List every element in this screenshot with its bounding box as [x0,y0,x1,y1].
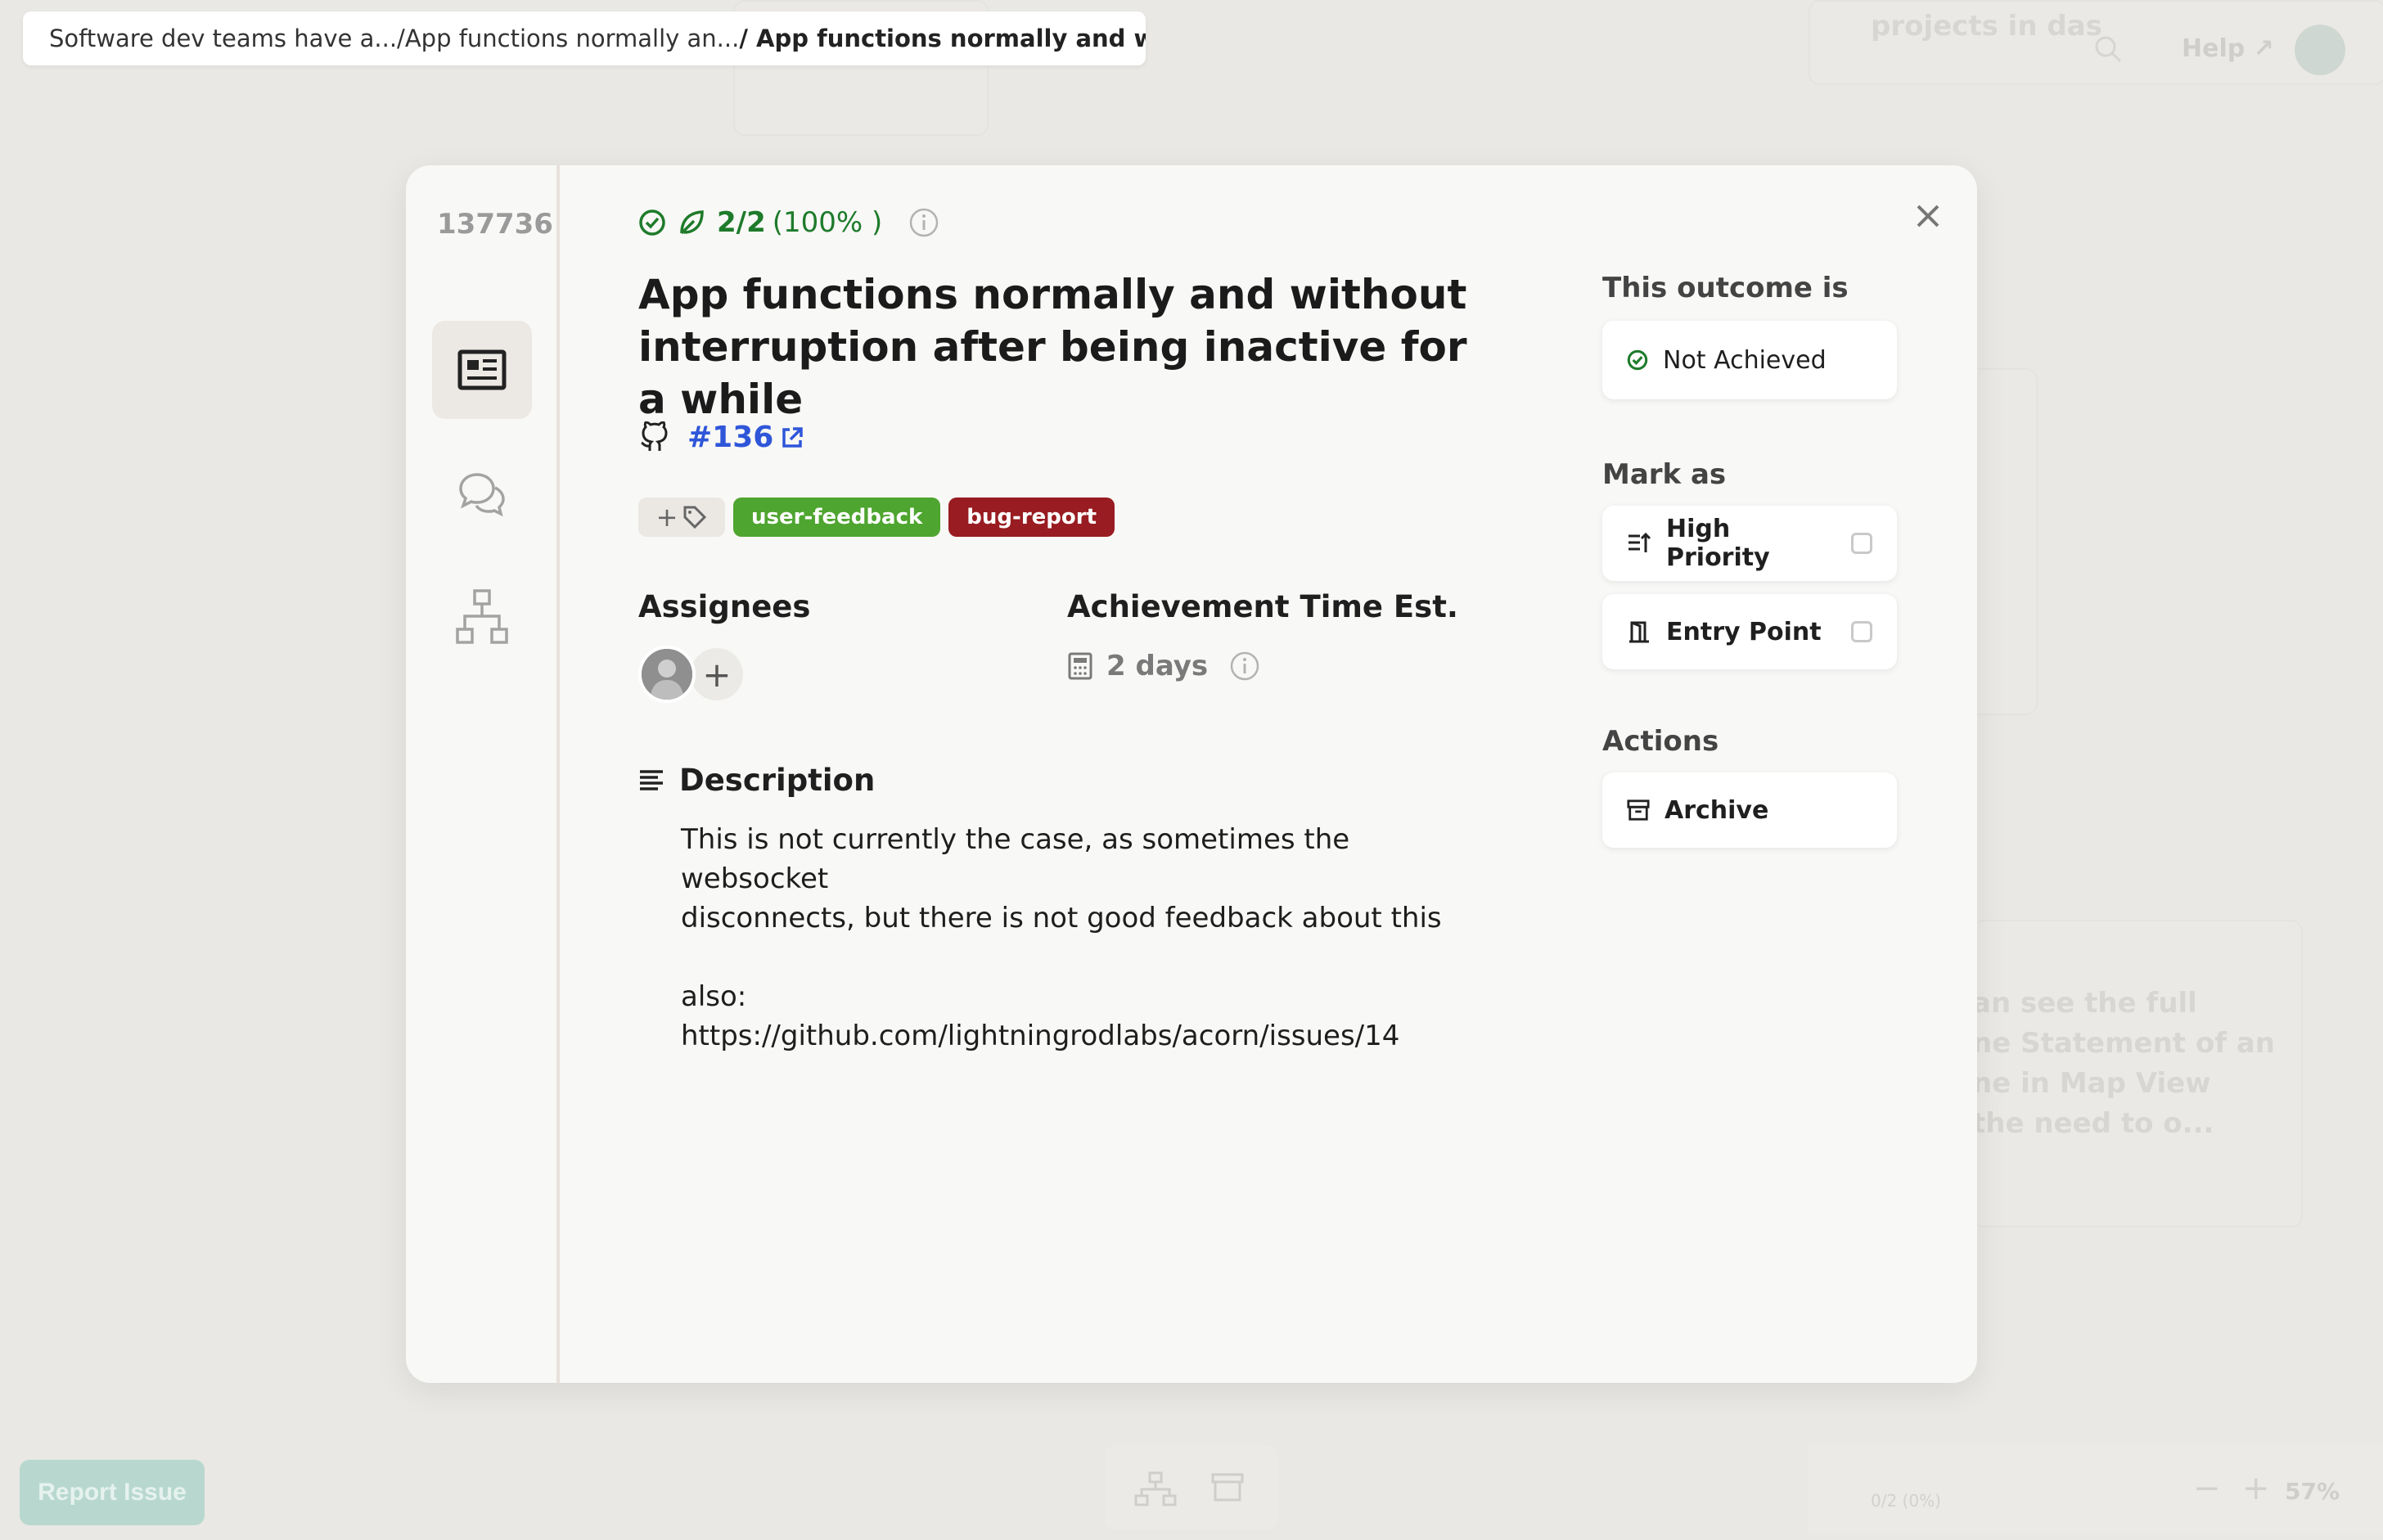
add-assignee-button[interactable]: + [687,645,746,704]
hierarchy-icon [456,589,508,644]
calculator-icon [1068,652,1092,680]
entry-point-toggle[interactable]: Entry Point [1602,594,1897,669]
breadcrumb-item[interactable]: Software dev teams have a... [49,25,397,52]
help-link[interactable]: Help ↗ [2182,34,2274,63]
high-priority-toggle[interactable]: High Priority [1602,506,1897,581]
info-icon[interactable] [1229,651,1260,682]
github-issue-link[interactable]: #136 [687,421,804,454]
close-icon [1917,205,1939,227]
background-ghost-title: projects in das [1871,10,2102,43]
time-estimate-heading: Achievement Time Est. [1067,589,1458,624]
close-button[interactable] [1905,193,1951,239]
add-tag-button[interactable]: + [638,498,725,537]
external-link-icon: ↗ [2253,34,2274,63]
archive-label: Archive [1664,795,1769,825]
description-heading-label: Description [679,763,876,798]
tab-details[interactable] [432,321,532,419]
background-card-text: an see the full ne Statement of an ne in… [1972,987,2276,1140]
actions-heading: Actions [1602,725,1719,758]
report-issue-button[interactable]: Report Issue [20,1460,205,1525]
progress-percent: (100% ) [772,206,883,239]
plus-icon: + [655,502,678,533]
tag-icon [683,506,707,529]
tag-user-feedback[interactable]: user-feedback [733,498,941,537]
status-dropdown[interactable]: Not Achieved [1602,321,1897,399]
github-icon [641,421,668,451]
zoom-out-button[interactable]: − [2193,1470,2221,1507]
assignees-list: + [638,645,746,704]
text-align-icon [640,769,663,790]
github-link-row: #136 [638,421,804,454]
user-avatar[interactable] [2295,25,2345,75]
tag-bug-report[interactable]: bug-report [948,498,1115,537]
mini-progress: 0/2 (0%) [1871,1491,1941,1511]
search-icon[interactable] [2093,34,2123,64]
archive-icon[interactable] [1211,1473,1244,1502]
entry-point-checkbox[interactable] [1851,621,1872,642]
high-priority-checkbox[interactable] [1851,533,1872,554]
check-circle-icon [1627,349,1648,371]
progress-count: 2/2 [717,206,766,239]
comments-icon [459,473,505,517]
github-issue-label: #136 [687,421,774,454]
progress-indicator: 2/2 (100% ) [638,206,939,239]
archive-button[interactable]: Archive [1602,772,1897,848]
assignee-avatar[interactable] [638,646,696,703]
info-icon[interactable] [908,207,939,238]
zoom-in-button[interactable]: + [2242,1470,2270,1507]
tags-row: + user-feedback bug-report [638,498,1115,537]
outcome-id: 137736 [437,208,553,241]
status-value: Not Achieved [1663,345,1827,375]
breadcrumb: Software dev teams have a... /App functi… [23,11,1146,65]
view-switcher [1105,1445,1278,1530]
map-view-icon[interactable] [1134,1471,1177,1507]
time-estimate[interactable]: 2 days [1067,650,1260,682]
time-estimate-value: 2 days [1106,650,1209,682]
zoom-level: 57% [2285,1478,2340,1505]
entry-point-icon [1629,621,1649,643]
outcome-title[interactable]: App functions normally and without inter… [638,268,1473,426]
details-icon [457,349,507,390]
tab-comments[interactable] [432,445,532,543]
check-circle-icon [639,209,665,236]
tab-children[interactable] [432,568,532,666]
breadcrumb-item[interactable]: /App functions normally an... [397,25,739,52]
description-text[interactable]: This is not currently the case, as somet… [681,820,1483,1056]
mark-as-heading: Mark as [1602,458,1727,491]
high-priority-label: High Priority [1666,515,1770,572]
archive-icon [1627,799,1650,821]
help-label: Help [2182,34,2246,63]
modal-sidebar: 137736 [406,165,560,1383]
leaf-icon [680,210,704,235]
status-heading: This outcome is [1602,272,1849,304]
assignees-heading: Assignees [638,589,811,624]
high-priority-icon [1628,532,1651,552]
external-link-icon [782,426,804,448]
entry-point-label: Entry Point [1666,617,1822,646]
outcome-modal: 137736 2/2 (100%) App functions normall… [406,165,1977,1383]
description-heading: Description [638,763,875,798]
breadcrumb-item-current: / App functions normally and without ... [739,25,1146,52]
